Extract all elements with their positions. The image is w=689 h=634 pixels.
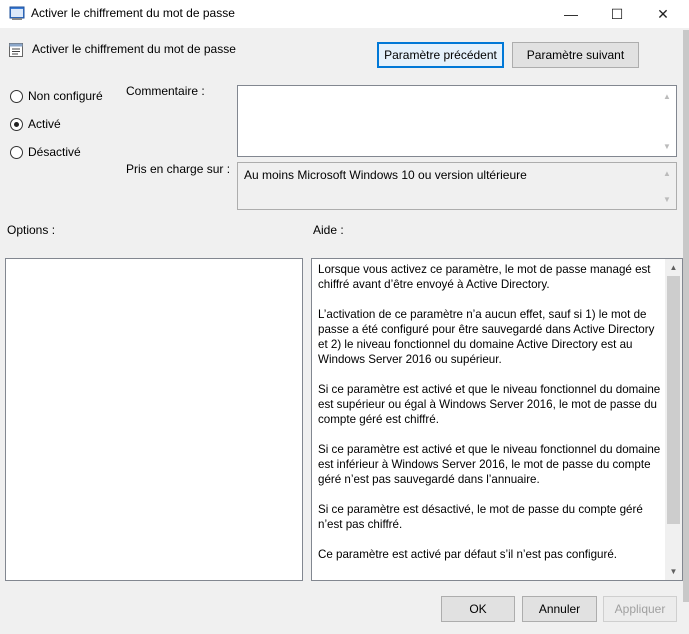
scroll-up-icon[interactable]: ▲ xyxy=(663,92,671,101)
radio-enabled[interactable]: Activé xyxy=(10,117,61,131)
supported-scrollbar[interactable]: ▲ ▼ xyxy=(659,163,676,209)
next-setting-button[interactable]: Paramètre suivant xyxy=(512,42,639,68)
cancel-button[interactable]: Annuler xyxy=(522,596,597,622)
close-button[interactable]: ✕ xyxy=(640,0,686,28)
window-title: Activer le chiffrement du mot de passe xyxy=(31,6,235,20)
options-label: Options : xyxy=(7,223,56,237)
radio-disabled-circle[interactable] xyxy=(10,145,23,159)
help-paragraph: Lorsque vous activez ce paramètre, le mo… xyxy=(318,263,651,291)
help-text: Lorsque vous activez ce paramètre, le mo… xyxy=(318,262,663,580)
supported-on-label: Pris en charge sur : xyxy=(126,162,231,176)
scroll-up-icon[interactable]: ▲ xyxy=(665,259,682,276)
policy-name: Activer le chiffrement du mot de passe xyxy=(32,42,236,56)
apply-button[interactable]: Appliquer xyxy=(603,596,677,622)
title-bar: Activer le chiffrement du mot de passe —… xyxy=(0,0,689,28)
help-panel: Lorsque vous activez ce paramètre, le mo… xyxy=(311,258,683,581)
radio-enabled-label: Activé xyxy=(28,117,61,131)
comment-scrollbar[interactable]: ▲ ▼ xyxy=(659,86,676,156)
radio-disabled-label: Désactivé xyxy=(28,145,81,159)
options-panel xyxy=(5,258,303,581)
scroll-down-icon[interactable]: ▼ xyxy=(665,563,682,580)
supported-on-field: Au moins Microsoft Windows 10 ou version… xyxy=(237,162,677,210)
policy-window-icon xyxy=(9,6,25,20)
help-paragraph: Si ce paramètre est activé et que le niv… xyxy=(318,443,661,486)
radio-not-configured[interactable]: Non configuré xyxy=(10,89,103,103)
scroll-down-icon[interactable]: ▼ xyxy=(663,195,671,204)
comment-textarea[interactable]: ▲ ▼ xyxy=(237,85,677,157)
help-paragraph: Si ce paramètre est désactivé, le mot de… xyxy=(318,503,643,531)
policy-setting-icon xyxy=(9,43,23,57)
help-paragraph: Si ce paramètre est activé et que le niv… xyxy=(318,383,661,426)
previous-setting-button[interactable]: Paramètre précédent xyxy=(377,42,504,68)
scroll-up-icon[interactable]: ▲ xyxy=(663,169,671,178)
radio-not-configured-circle[interactable] xyxy=(10,89,23,103)
help-scrollbar[interactable]: ▲ ▼ xyxy=(665,259,682,580)
help-label: Aide : xyxy=(313,223,344,237)
help-paragraph: Ce paramètre est activé par défaut s’il … xyxy=(318,548,618,561)
scroll-thumb[interactable] xyxy=(667,276,680,524)
supported-on-value: Au moins Microsoft Windows 10 ou version… xyxy=(244,168,527,182)
background-window-edge xyxy=(683,30,689,602)
minimize-button[interactable]: — xyxy=(548,0,594,28)
maximize-button[interactable]: ☐ xyxy=(594,0,640,28)
help-paragraph: L’activation de ce paramètre n’a aucun e… xyxy=(318,308,655,366)
scroll-down-icon[interactable]: ▼ xyxy=(663,142,671,151)
ok-button[interactable]: OK xyxy=(441,596,515,622)
comment-label: Commentaire : xyxy=(126,84,205,98)
radio-not-configured-label: Non configuré xyxy=(28,89,103,103)
radio-enabled-circle[interactable] xyxy=(10,117,23,131)
radio-disabled[interactable]: Désactivé xyxy=(10,145,81,159)
